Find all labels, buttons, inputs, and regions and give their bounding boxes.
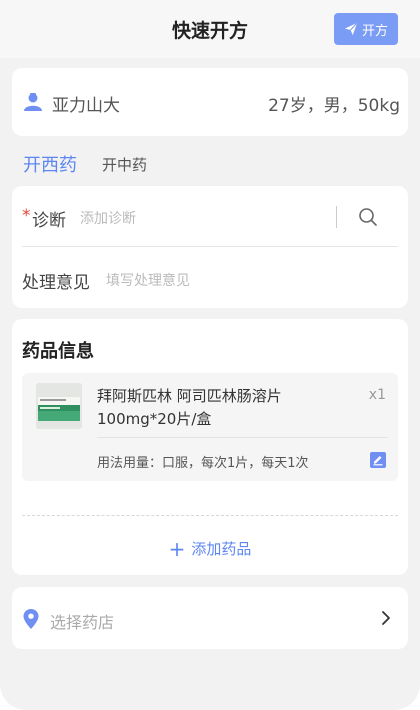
diagnosis-card: * 诊断 添加诊断 处理意见 填写处理意见 xyxy=(12,186,408,308)
tab-chinese-medicine[interactable]: 开中药 xyxy=(102,154,147,175)
user-avatar-icon xyxy=(24,93,42,111)
chevron-right-icon xyxy=(382,611,390,625)
add-drug-button[interactable]: + 添加药品 xyxy=(12,538,408,559)
plus-icon: + xyxy=(168,536,186,561)
divider xyxy=(97,437,388,438)
section-title: 药品信息 xyxy=(22,341,94,362)
send-prescription-button[interactable]: 开方 xyxy=(334,13,398,45)
drug-image xyxy=(36,383,82,429)
search-icon[interactable] xyxy=(358,207,378,227)
patient-name: 亚力山大 xyxy=(52,96,120,116)
opinion-input[interactable]: 填写处理意见 xyxy=(106,270,190,290)
required-mark: * xyxy=(22,206,31,226)
header: 快速开方 开方 xyxy=(0,0,420,58)
paper-plane-icon xyxy=(344,22,358,36)
edit-icon[interactable] xyxy=(370,452,386,468)
diagnosis-label: 诊断 xyxy=(32,211,66,231)
drug-info-card: 药品信息 拜阿斯匹林 阿司匹林肠溶片 100mg*20片/盒 x1 用法用量：口… xyxy=(12,319,408,575)
tab-western-medicine[interactable]: 开西药 xyxy=(23,151,77,177)
drug-usage: 用法用量：口服，每次1片，每天1次 xyxy=(97,456,309,471)
patient-card[interactable]: 亚力山大 27岁，男，50kg xyxy=(12,68,408,136)
opinion-label: 处理意见 xyxy=(22,273,90,293)
add-drug-label: 添加药品 xyxy=(191,540,252,558)
location-pin-icon xyxy=(23,609,39,629)
pharmacy-placeholder: 选择药店 xyxy=(50,613,115,632)
drug-item[interactable]: 拜阿斯匹林 阿司匹林肠溶片 100mg*20片/盒 x1 用法用量：口服，每次1… xyxy=(22,373,398,481)
send-button-label: 开方 xyxy=(361,23,388,39)
drug-quantity: x1 xyxy=(368,387,386,403)
screen: 快速开方 开方 亚力山大 27岁，男，50kg 开西药 开中药 * 诊断 添加诊… xyxy=(0,0,420,710)
patient-info: 27岁，男，50kg xyxy=(268,96,400,116)
diagnosis-input[interactable]: 添加诊断 xyxy=(80,208,136,228)
drug-name: 拜阿斯匹林 阿司匹林肠溶片 xyxy=(97,387,282,405)
divider xyxy=(336,206,337,228)
divider xyxy=(22,515,398,516)
diagnosis-row[interactable]: * 诊断 添加诊断 xyxy=(12,186,408,246)
select-pharmacy-row[interactable]: 选择药店 xyxy=(12,587,408,649)
drug-spec: 100mg*20片/盒 xyxy=(97,410,212,428)
divider xyxy=(22,246,398,247)
